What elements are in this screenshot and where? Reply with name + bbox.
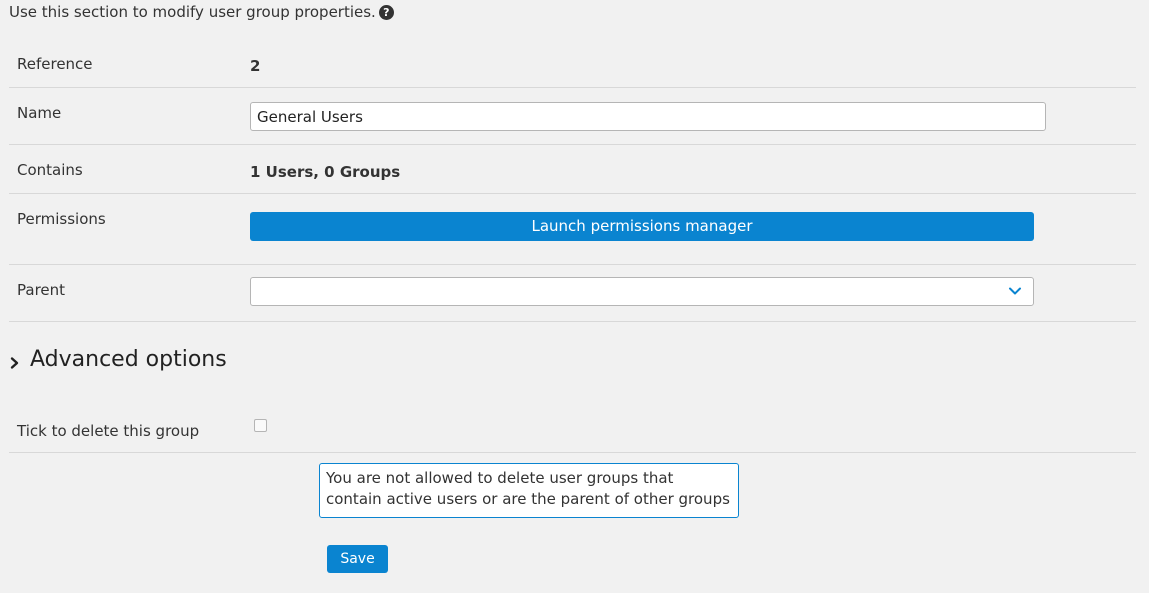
reference-row: Reference 2 bbox=[9, 38, 1136, 88]
delete-row: Tick to delete this group bbox=[9, 400, 1136, 453]
name-label: Name bbox=[17, 104, 62, 122]
intro-line: Use this section to modify user group pr… bbox=[9, 3, 394, 21]
permissions-label: Permissions bbox=[17, 210, 106, 228]
advanced-options-title: Advanced options bbox=[30, 347, 227, 372]
reference-label: Reference bbox=[17, 55, 93, 73]
permissions-row: Permissions Launch permissions manager bbox=[9, 194, 1136, 265]
contains-row: Contains 1 Users, 0 Groups bbox=[9, 145, 1136, 194]
save-button[interactable]: Save bbox=[327, 545, 388, 573]
question-circle-icon[interactable]: ? bbox=[378, 4, 394, 20]
intro-text: Use this section to modify user group pr… bbox=[9, 3, 376, 21]
delete-checkbox[interactable] bbox=[254, 419, 267, 432]
contains-label: Contains bbox=[17, 161, 83, 179]
chevron-down-icon bbox=[1009, 287, 1021, 295]
name-input[interactable] bbox=[250, 102, 1046, 131]
name-row: Name bbox=[9, 88, 1136, 145]
advanced-options-toggle[interactable]: Advanced options bbox=[9, 347, 227, 372]
chevron-right-icon bbox=[10, 356, 19, 369]
delete-notice: You are not allowed to delete user group… bbox=[319, 463, 739, 518]
reference-value: 2 bbox=[250, 57, 261, 75]
delete-label: Tick to delete this group bbox=[17, 422, 200, 440]
parent-row: Parent bbox=[9, 265, 1136, 322]
launch-permissions-button[interactable]: Launch permissions manager bbox=[250, 212, 1034, 241]
parent-select[interactable] bbox=[250, 277, 1034, 306]
parent-label: Parent bbox=[17, 281, 66, 299]
contains-value: 1 Users, 0 Groups bbox=[250, 163, 401, 181]
